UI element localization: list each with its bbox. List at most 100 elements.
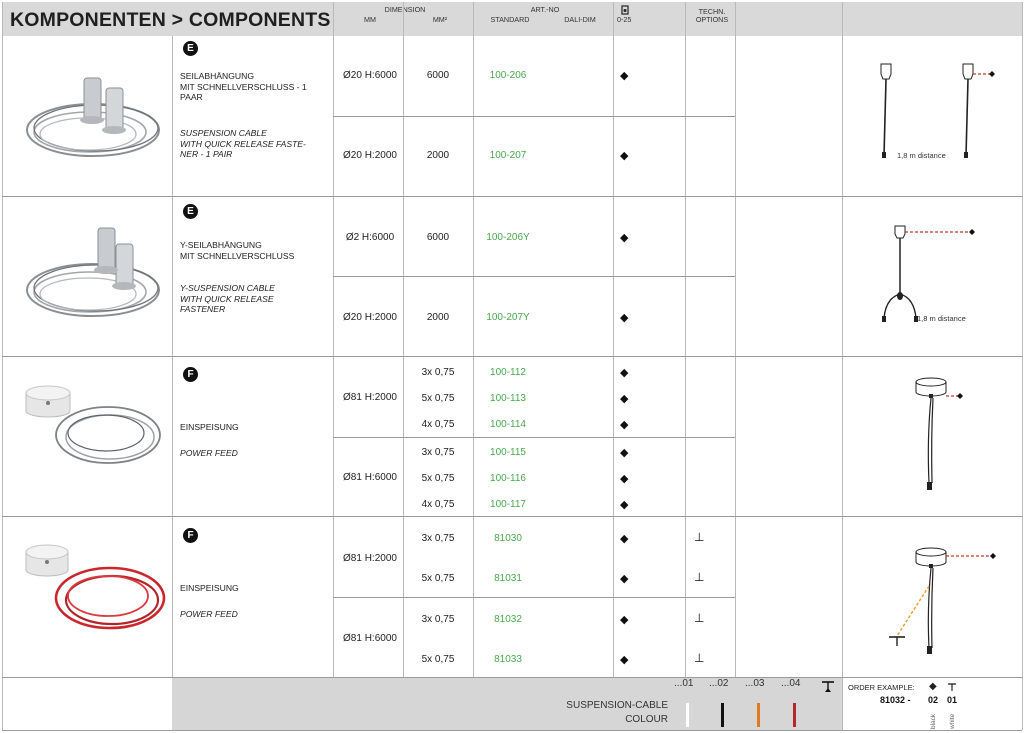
power-feed-ceiling-diagram xyxy=(889,547,996,654)
product-name-en: POWER FEED xyxy=(180,609,238,619)
group-letter-badge: E xyxy=(183,41,198,56)
order-diamond-icon: ◆ xyxy=(929,681,937,692)
colour-code: ...01 xyxy=(674,678,694,689)
group-letter-badge: F xyxy=(183,367,198,382)
dim-diamond-icon: ◆ xyxy=(620,473,629,485)
header-dimension: DIMENSION xyxy=(384,5,426,14)
header-mm: MM xyxy=(364,15,376,24)
dim-diamond-icon: ◆ xyxy=(620,393,629,405)
suspension-cable-image xyxy=(26,77,160,157)
header-options: OPTIONS xyxy=(695,15,729,24)
mm2-cell: 3x 0,75 xyxy=(421,447,455,458)
mm2-cell: 5x 0,75 xyxy=(421,473,455,484)
dimension-cell: Ø20 H:2000 xyxy=(343,150,397,161)
article-number: 100-206Y xyxy=(486,232,530,243)
colour-swatch-red xyxy=(793,703,796,727)
colour-code: ...02 xyxy=(709,678,729,689)
mm2-cell: 2000 xyxy=(426,150,450,161)
cable-colour-footer: SUSPENSION-CABLE COLOUR ...01 ...02 ...0… xyxy=(172,678,842,730)
header-dali-dim: DALI-DIM xyxy=(564,15,596,24)
order-code: 81032 - xyxy=(880,695,911,705)
dim-diamond-icon: ◆ xyxy=(620,232,629,244)
footer-label-line1: SUSPENSION-CABLE xyxy=(566,700,668,711)
ceiling-mount-icon xyxy=(822,681,834,692)
mm2-cell: 3x 0,75 xyxy=(421,614,455,625)
ceiling-mount-icon: ⊥ xyxy=(694,651,705,665)
header-art-no: ART.-NO xyxy=(530,5,560,14)
product-name-de: EINSPEISUNG xyxy=(180,583,239,593)
colour-code: ...03 xyxy=(745,678,765,689)
dim-diamond-icon: ◆ xyxy=(620,312,629,324)
article-number: 100-117 xyxy=(490,499,526,510)
footer-label-line2: COLOUR xyxy=(625,714,668,725)
group-letter-badge: E xyxy=(183,204,198,219)
article-number: 81031 xyxy=(494,573,522,584)
ceiling-mount-icon: ⊥ xyxy=(694,570,705,584)
power-feed-diagram xyxy=(915,377,963,490)
product-name-en: Y-SUSPENSION CABLE WITH QUICK RELEASE FA… xyxy=(180,283,275,314)
mm2-cell: 5x 0,75 xyxy=(421,654,455,665)
dimension-cell: Ø81 H:6000 xyxy=(343,472,397,483)
article-number: 100-116 xyxy=(490,473,526,484)
product-name-de: EINSPEISUNG xyxy=(180,422,239,432)
colour-swatch-white xyxy=(686,703,689,727)
page-title: KOMPONENTEN > COMPONENTS xyxy=(10,9,331,31)
mm2-cell: 4x 0,75 xyxy=(421,419,455,430)
mm2-cell: 6000 xyxy=(426,232,450,243)
dim-diamond-icon: ◆ xyxy=(620,499,629,511)
colour-code: ...04 xyxy=(781,678,801,689)
mm2-cell: 3x 0,75 xyxy=(421,367,455,378)
dim-diamond-icon: ◆ xyxy=(620,533,629,545)
dimmer-icon xyxy=(621,5,629,15)
ceiling-mount-icon: ⊥ xyxy=(694,611,705,625)
product-name-en: SUSPENSION CABLE WITH QUICK RELEASE FAST… xyxy=(180,128,306,159)
mm2-cell: 5x 0,75 xyxy=(421,573,455,584)
dim-diamond-icon: ◆ xyxy=(620,573,629,585)
group-letter-badge: F xyxy=(183,528,198,543)
dimension-cell: Ø20 H:6000 xyxy=(343,70,397,81)
dim-diamond-icon: ◆ xyxy=(620,447,629,459)
power-feed-image xyxy=(25,385,161,464)
article-number: 100-113 xyxy=(490,393,526,404)
article-number: 100-112 xyxy=(490,367,526,378)
article-number: 81032 xyxy=(494,614,522,625)
order-part-option: 01 xyxy=(947,695,958,705)
order-note-black: black xyxy=(930,713,937,729)
distance-label: 1,8 m distance xyxy=(917,314,966,323)
order-example-label: ORDER EXAMPLE: xyxy=(848,683,915,692)
mm2-cell: 6000 xyxy=(426,70,450,81)
colour-swatch-black xyxy=(721,703,724,727)
dim-diamond-icon: ◆ xyxy=(620,150,629,162)
header-standard: STANDARD xyxy=(490,15,530,24)
dim-diamond-icon: ◆ xyxy=(620,614,629,626)
dimension-cell: Ø20 H:2000 xyxy=(343,312,397,323)
header-range: 0-25 xyxy=(617,15,632,24)
article-number: 81030 xyxy=(494,533,522,544)
dimension-cell: Ø81 H:6000 xyxy=(343,633,397,644)
dimension-cell: Ø81 H:2000 xyxy=(343,392,397,403)
article-number: 100-206 xyxy=(489,70,527,81)
distance-label: 1,8 m distance xyxy=(897,151,946,160)
ceiling-mount-icon: ⊥ xyxy=(694,530,705,544)
mm2-cell: 4x 0,75 xyxy=(421,499,455,510)
y-suspension-cable-image xyxy=(26,227,160,317)
product-name-de: SEILABHÄNGUNG MIT SCHNELLVERSCHLUSS - 1 … xyxy=(180,71,307,102)
header-mm2: MM² xyxy=(432,15,448,24)
article-number: 100-114 xyxy=(490,419,526,430)
article-number: 81033 xyxy=(494,654,522,665)
dim-diamond-icon: ◆ xyxy=(620,419,629,431)
dimension-cell: Ø2 H:6000 xyxy=(345,232,395,243)
dimension-cell: Ø81 H:2000 xyxy=(343,553,397,564)
dim-diamond-icon: ◆ xyxy=(620,654,629,666)
mm2-cell: 5x 0,75 xyxy=(421,393,455,404)
article-number: 100-207Y xyxy=(486,312,530,323)
article-number: 100-115 xyxy=(490,447,526,458)
product-name-en: POWER FEED xyxy=(180,448,238,458)
order-part-colour: 02 xyxy=(928,695,939,705)
colour-swatch-orange xyxy=(757,703,760,727)
product-name-de: Y-SEILABHÄNGUNG MIT SCHNELLVERSCHLUSS xyxy=(180,240,295,261)
order-note-white: white xyxy=(949,713,956,729)
dim-diamond-icon: ◆ xyxy=(620,367,629,379)
mm2-cell: 3x 0,75 xyxy=(421,533,455,544)
power-feed-red-image xyxy=(25,544,166,630)
